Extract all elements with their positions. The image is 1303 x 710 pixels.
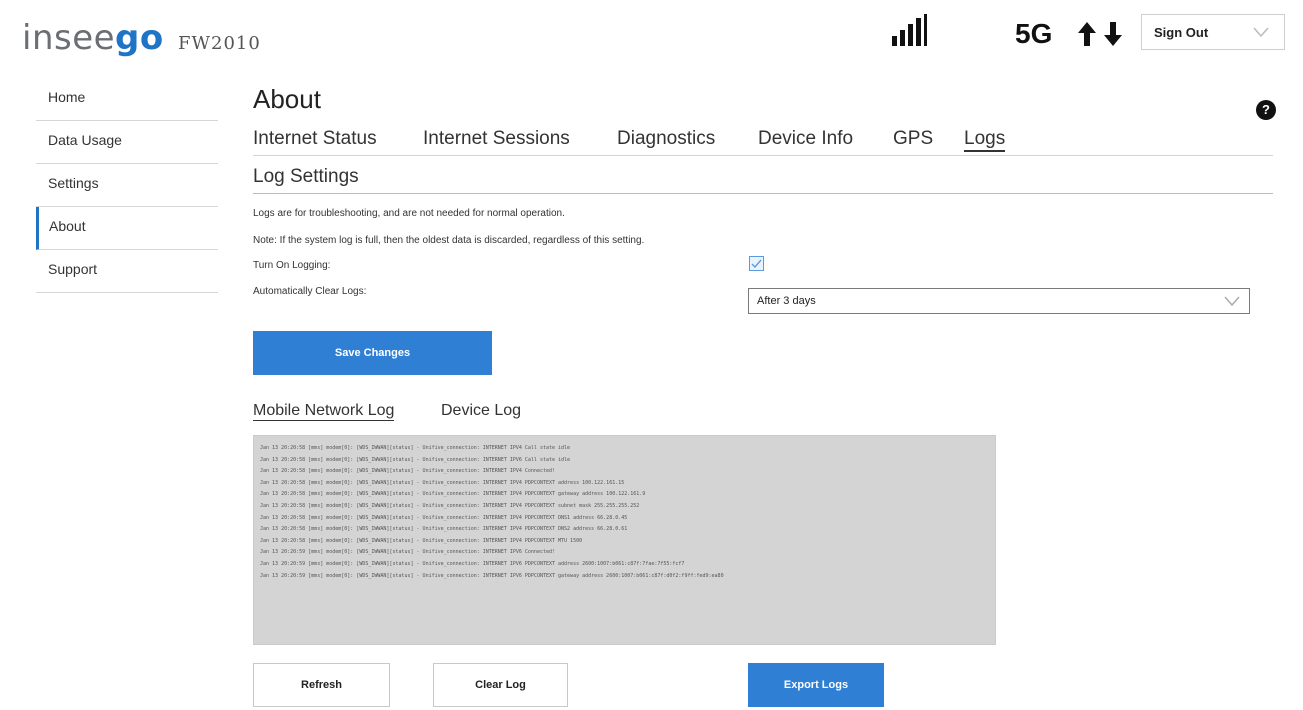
auto-clear-value: After 3 days	[757, 295, 816, 307]
network-tech-label: 5G	[1015, 18, 1053, 49]
log-line: Jan 13 20:20:59 [mms] modem[0]: [WDS_IWW…	[260, 560, 685, 567]
tab-internet-status[interactable]: Internet Status	[253, 128, 377, 150]
log-line: Jan 13 20:20:58 [mms] modem[0]: [WDS_IWW…	[260, 502, 640, 509]
chevron-down-icon	[1253, 27, 1269, 38]
checkmark-icon	[751, 259, 762, 269]
account-menu[interactable]: Sign Out	[1141, 14, 1285, 50]
header-bar: inseego FW2010 5G Sign Out	[0, 0, 1303, 80]
section-title: Log Settings	[253, 166, 359, 187]
sidebar-item-data-usage[interactable]: Data Usage	[36, 121, 218, 164]
log-line: Jan 13 20:20:59 [mms] modem[0]: [WDS_IWW…	[260, 549, 556, 556]
auto-clear-select[interactable]: After 3 days	[748, 288, 1250, 314]
logo-text-b: go	[115, 18, 164, 58]
brand-logo: inseego	[22, 18, 164, 58]
sidebar-item-settings[interactable]: Settings	[36, 164, 218, 207]
log-line: Jan 13 20:20:58 [mms] modem[0]: [WDS_IWW…	[260, 514, 628, 521]
logo-text-a: insee	[22, 18, 116, 58]
log-line: Jan 13 20:20:58 [mms] modem[0]: [WDS_IWW…	[260, 526, 628, 533]
clear-log-button[interactable]: Clear Log	[433, 663, 568, 707]
about-tabs: Internet Status Internet Sessions Diagno…	[253, 126, 1273, 156]
log-line: Jan 13 20:20:58 [mms] modem[0]: [WDS_IWW…	[260, 456, 571, 463]
logging-checkbox[interactable]	[749, 256, 764, 271]
device-model: FW2010	[178, 33, 261, 54]
tab-gps[interactable]: GPS	[893, 128, 933, 150]
logs-note: Logs are for troubleshooting, and are no…	[253, 208, 565, 219]
save-changes-button[interactable]: Save Changes	[253, 331, 492, 375]
sidebar-item-home[interactable]: Home	[36, 78, 218, 121]
log-output[interactable]: Jan 13 20:20:58 [mms] modem[0]: [WDS_IWW…	[253, 435, 996, 645]
system-log-note: Note: If the system log is full, then th…	[253, 235, 645, 246]
log-line: Jan 13 20:20:58 [mms] modem[0]: [WDS_IWW…	[260, 445, 571, 451]
page-title: About	[253, 84, 321, 114]
export-logs-button[interactable]: Export Logs	[748, 663, 884, 707]
sidebar-item-about[interactable]: About	[36, 207, 218, 250]
sidebar-nav: Home Data Usage Settings About Support	[36, 78, 218, 293]
logging-label: Turn On Logging:	[253, 260, 331, 271]
tab-mobile-network-log[interactable]: Mobile Network Log	[253, 402, 395, 421]
auto-clear-label: Automatically Clear Logs:	[253, 286, 367, 297]
log-line: Jan 13 20:20:58 [mms] modem[0]: [WDS_IWW…	[260, 491, 646, 498]
refresh-button[interactable]: Refresh	[253, 663, 390, 707]
signal-bars-icon	[892, 14, 927, 46]
tab-internet-sessions[interactable]: Internet Sessions	[423, 128, 570, 150]
tab-device-log[interactable]: Device Log	[441, 402, 521, 420]
tab-logs[interactable]: Logs	[964, 128, 1006, 152]
log-line: Jan 13 20:20:58 [mms] modem[0]: [WDS_IWW…	[260, 537, 583, 544]
chevron-down-icon	[1224, 296, 1240, 307]
sidebar-item-support[interactable]: Support	[36, 250, 218, 293]
tab-device-info[interactable]: Device Info	[758, 128, 853, 150]
log-line: Jan 13 20:20:59 [mms] modem[0]: [WDS_IWW…	[260, 572, 724, 579]
question-circle-icon[interactable]: ?	[1256, 100, 1276, 120]
tab-diagnostics[interactable]: Diagnostics	[617, 128, 715, 150]
up-down-arrows-icon	[1078, 22, 1122, 46]
log-line: Jan 13 20:20:58 [mms] modem[0]: [WDS_IWW…	[260, 479, 625, 486]
sign-out-label: Sign Out	[1154, 25, 1209, 40]
log-line: Jan 13 20:20:58 [mms] modem[0]: [WDS_IWW…	[260, 468, 556, 475]
section-divider	[253, 193, 1273, 194]
